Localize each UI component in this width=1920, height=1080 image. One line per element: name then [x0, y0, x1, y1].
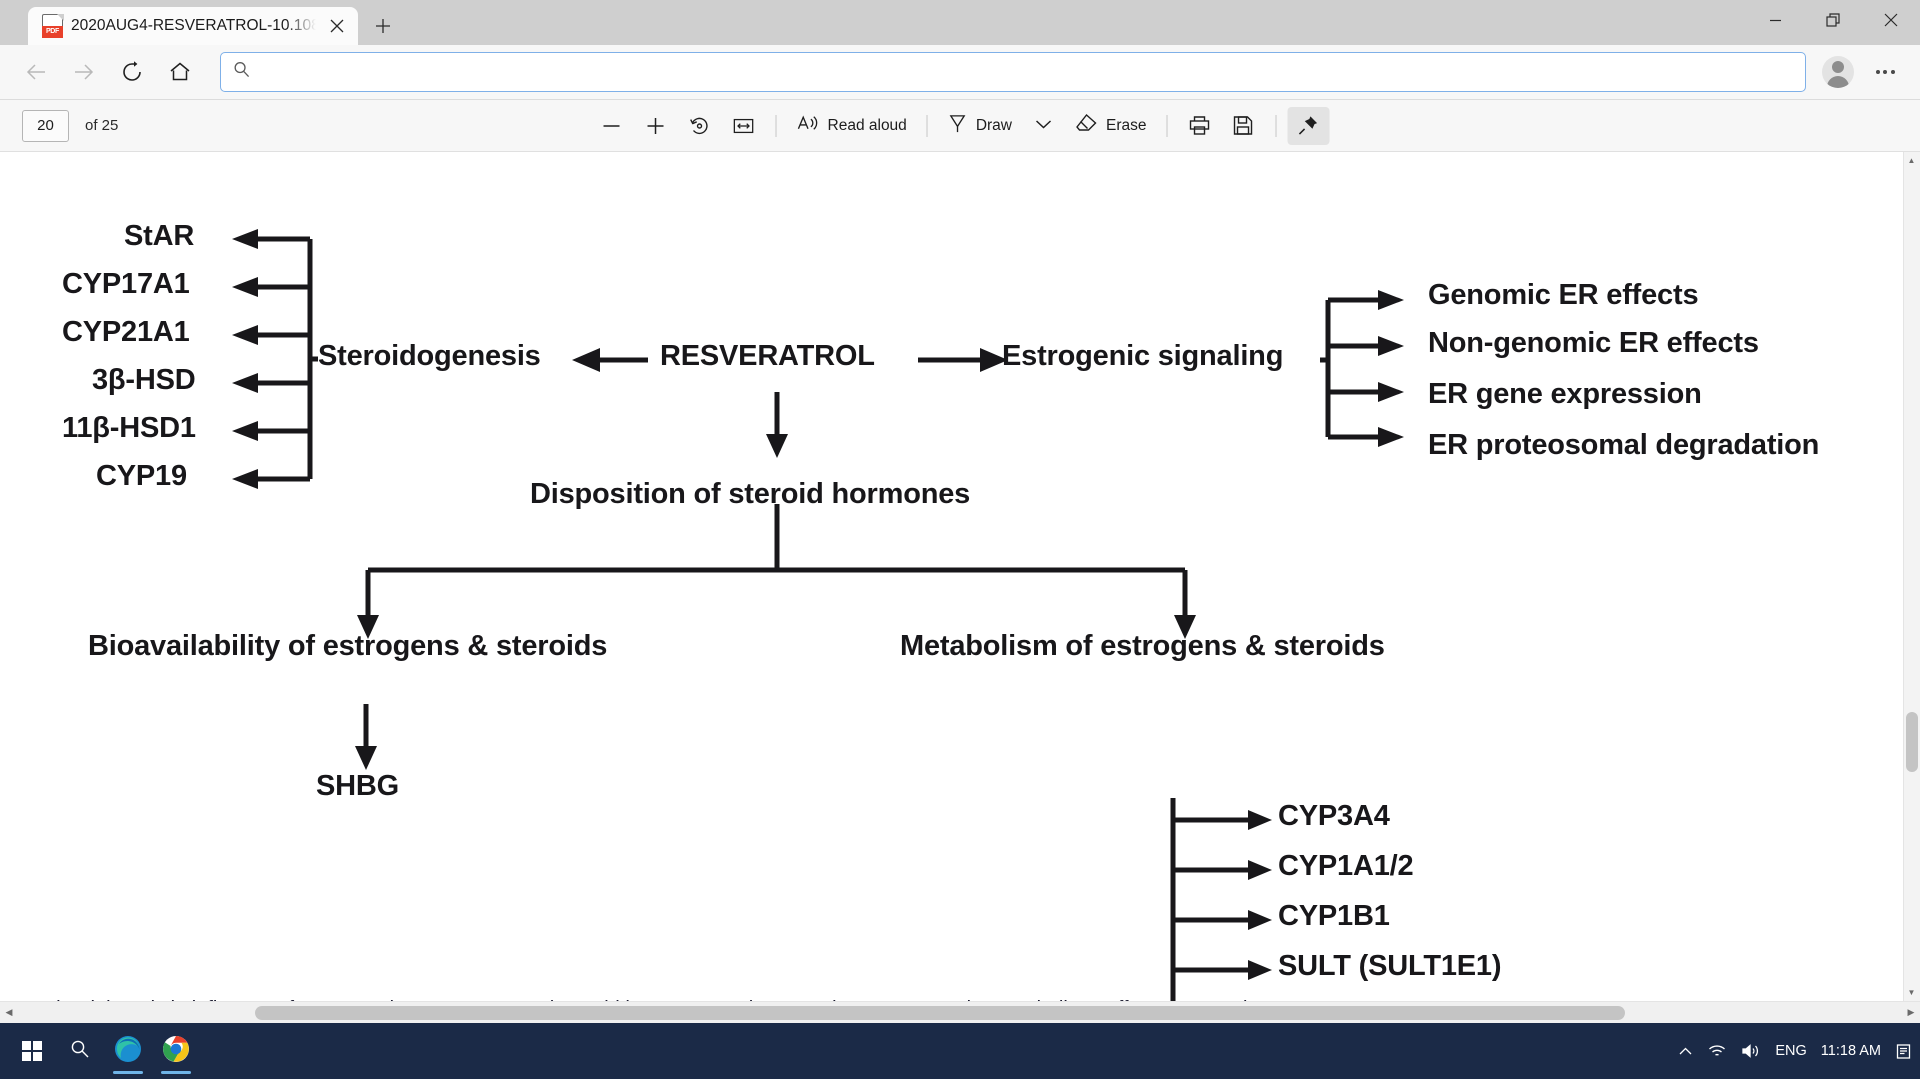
- draw-button[interactable]: Draw: [939, 107, 1021, 145]
- diagram-label-steroidogenesis: Steroidogenesis: [318, 340, 541, 372]
- scroll-up-arrow-icon[interactable]: ▲: [1903, 152, 1920, 169]
- pen-icon: [948, 113, 968, 139]
- forward-button[interactable]: [62, 52, 106, 92]
- taskbar-edge-button[interactable]: [104, 1027, 152, 1075]
- diagram-label-bioavailability: Bioavailability of estrogens & steroids: [88, 630, 608, 662]
- vertical-scrollbar[interactable]: ▲ ▼: [1903, 152, 1920, 1001]
- pin-toolbar-button[interactable]: [1287, 106, 1330, 145]
- browser-tab[interactable]: 2020AUG4-RESVERATROL-10.108: [28, 7, 358, 45]
- tray-language[interactable]: ENG: [1775, 1043, 1806, 1059]
- start-button[interactable]: [8, 1027, 56, 1075]
- page-number-input[interactable]: 20: [22, 109, 69, 142]
- save-button[interactable]: [1222, 107, 1264, 145]
- read-aloud-label: Read aloud: [827, 116, 907, 134]
- profile-avatar[interactable]: [1822, 56, 1854, 88]
- diagram-label-3b-hsd: 3β-HSD: [92, 364, 196, 396]
- taskbar-chrome-button[interactable]: [152, 1027, 200, 1075]
- diagram-label-cyp1a12: CYP1A1/2: [1278, 850, 1414, 882]
- diagram-label-shbg: SHBG: [316, 770, 399, 802]
- address-bar[interactable]: [220, 52, 1806, 92]
- pdf-viewer[interactable]: StAR CYP17A1 CYP21A1 3β-HSD 11β-HSD1 CYP…: [0, 152, 1920, 1001]
- search-icon: [233, 61, 250, 83]
- show-hidden-icons-icon[interactable]: [1678, 1045, 1693, 1058]
- diagram-label-genomic-er: Genomic ER effects: [1428, 279, 1699, 311]
- read-aloud-icon: [797, 113, 820, 138]
- diagram-label-11b-hsd1: 11β-HSD1: [62, 412, 196, 444]
- diagram-label-sult: SULT (SULT1E1): [1278, 950, 1502, 982]
- chrome-browser-icon: [162, 1035, 190, 1068]
- print-button[interactable]: [1178, 107, 1220, 145]
- toolbar-divider: [1166, 114, 1168, 137]
- wifi-icon[interactable]: [1707, 1043, 1727, 1059]
- horizontal-scrollbar-thumb[interactable]: [255, 1005, 1625, 1020]
- system-tray: ENG 11:18 AM: [1678, 1043, 1912, 1060]
- rotate-button[interactable]: [679, 107, 721, 145]
- diagram-label-metabolism: Metabolism of estrogens & steroids: [900, 630, 1385, 662]
- diagram-label-disposition: Disposition of steroid hormones: [530, 478, 971, 510]
- close-button[interactable]: [1862, 0, 1920, 40]
- scroll-left-arrow-icon[interactable]: ◀: [0, 1007, 18, 1018]
- browser-title-bar: 2020AUG4-RESVERATROL-10.108: [0, 0, 1920, 45]
- notifications-icon[interactable]: [1895, 1043, 1912, 1060]
- browser-nav-bar: [0, 45, 1920, 100]
- tab-title: 2020AUG4-RESVERATROL-10.108: [71, 17, 316, 34]
- diagram-label-cyp21a1: CYP21A1: [62, 316, 190, 348]
- toolbar-divider: [926, 114, 928, 137]
- toolbar-divider: [1275, 114, 1277, 137]
- back-button[interactable]: [14, 52, 58, 92]
- volume-icon[interactable]: [1741, 1043, 1761, 1059]
- vertical-scrollbar-thumb[interactable]: [1906, 712, 1918, 772]
- draw-label: Draw: [975, 116, 1012, 134]
- new-tab-button[interactable]: [364, 9, 402, 43]
- scroll-down-arrow-icon[interactable]: ▼: [1903, 984, 1920, 1001]
- pdf-toolbar: 20 of 25 Read aloud Draw Erase: [0, 100, 1920, 152]
- diagram-label-star: StAR: [124, 220, 195, 252]
- pdf-file-icon: [42, 13, 64, 38]
- edge-browser-icon: [113, 1034, 143, 1069]
- horizontal-scrollbar[interactable]: ◀ ▶: [0, 1001, 1920, 1023]
- diagram-label-resveratrol: RESVERATROL: [660, 340, 875, 372]
- diagram-label-cyp17a1: CYP17A1: [62, 268, 190, 300]
- erase-button[interactable]: Erase: [1067, 107, 1156, 145]
- toolbar-divider: [775, 114, 777, 137]
- restore-button[interactable]: [1804, 0, 1862, 40]
- taskbar-search-button[interactable]: [56, 1027, 104, 1075]
- pdf-page: StAR CYP17A1 CYP21A1 3β-HSD 11β-HSD1 CYP…: [0, 152, 1920, 1001]
- chevron-down-icon: [1035, 117, 1053, 135]
- diagram-label-estrogenic-signaling: Estrogenic signaling: [1002, 340, 1284, 372]
- window-controls: [1746, 0, 1920, 40]
- eraser-icon: [1076, 113, 1098, 138]
- read-aloud-button[interactable]: Read aloud: [788, 107, 916, 145]
- windows-taskbar: ENG 11:18 AM: [0, 1023, 1920, 1079]
- diagram-label-er-proteosomal: ER proteosomal degradation: [1428, 429, 1820, 461]
- search-icon: [70, 1039, 90, 1064]
- fit-to-width-button[interactable]: [723, 107, 765, 145]
- erase-label: Erase: [1105, 116, 1147, 134]
- browser-settings-button[interactable]: [1864, 53, 1906, 91]
- diagram-label-cyp1b1: CYP1B1: [1278, 900, 1390, 932]
- diagram-label-nongenomic-er: Non-genomic ER effects: [1428, 327, 1759, 359]
- zoom-out-button[interactable]: [591, 107, 633, 145]
- windows-start-icon: [22, 1041, 42, 1061]
- scroll-right-arrow-icon[interactable]: ▶: [1902, 1007, 1920, 1018]
- zoom-in-button[interactable]: [635, 107, 677, 145]
- diagram-label-cyp19: CYP19: [96, 460, 187, 492]
- page-total-label: of 25: [85, 117, 119, 134]
- home-button[interactable]: [158, 52, 202, 92]
- diagram-label-cyp3a4: CYP3A4: [1278, 800, 1390, 832]
- refresh-button[interactable]: [110, 52, 154, 92]
- tray-clock[interactable]: 11:18 AM: [1821, 1043, 1881, 1059]
- tab-close-icon[interactable]: [324, 13, 350, 39]
- minimize-button[interactable]: [1746, 0, 1804, 40]
- diagram-label-er-gene-expression: ER gene expression: [1428, 378, 1702, 410]
- draw-options-button[interactable]: [1023, 107, 1065, 145]
